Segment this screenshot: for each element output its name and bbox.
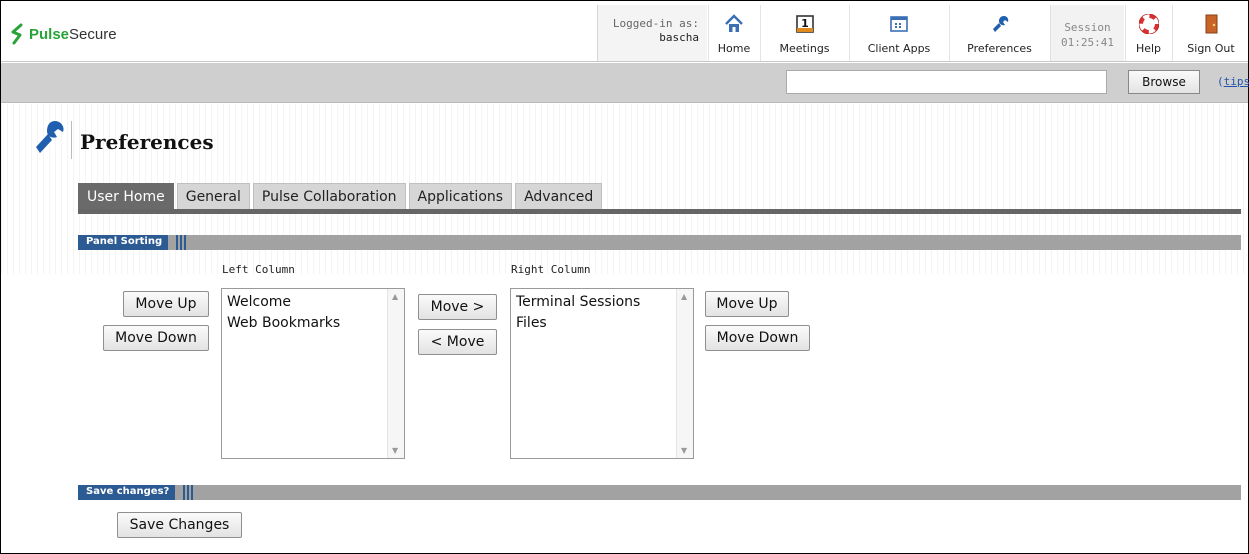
right-column-listbox[interactable]: Terminal Sessions Files ▲ ▼ (510, 288, 694, 459)
browse-url-input[interactable] (786, 70, 1107, 94)
left-move-up-button[interactable]: Move Up (123, 291, 209, 317)
list-item[interactable]: Web Bookmarks (227, 313, 340, 334)
list-item[interactable]: Files (516, 313, 640, 334)
scroll-down-arrow-icon[interactable]: ▼ (681, 446, 687, 455)
tab-user-home[interactable]: User Home (78, 183, 174, 210)
list-item[interactable]: Terminal Sessions (516, 292, 640, 313)
browse-button[interactable]: Browse (1128, 70, 1200, 94)
nav-sign-out-label: Sign Out (1187, 42, 1235, 55)
move-left-button[interactable]: < Move (418, 329, 497, 355)
right-move-down-button[interactable]: Move Down (705, 325, 810, 351)
preferences-wrench-icon (36, 121, 64, 153)
nav-home-label: Home (717, 42, 751, 55)
tab-pulse-collaboration[interactable]: Pulse Collaboration (252, 183, 406, 210)
brand-name-pulse: Pulse (29, 25, 70, 43)
scroll-up-arrow-icon[interactable]: ▲ (392, 292, 398, 301)
logged-in-user: bascha (659, 31, 699, 44)
section-ticks (183, 485, 195, 500)
nav-meetings[interactable]: 1 Meetings (760, 5, 848, 61)
list-item[interactable]: Welcome (227, 292, 340, 313)
calendar-day: 1 (801, 17, 809, 30)
logged-in-label: Logged-in as: (612, 17, 699, 30)
tab-applications[interactable]: Applications (408, 183, 513, 210)
page-title: Preferences (80, 130, 214, 154)
move-right-button[interactable]: Move > (418, 294, 497, 320)
session-label: Session (1064, 21, 1111, 34)
client-apps-icon (889, 14, 909, 34)
section-ticks (176, 235, 188, 250)
left-move-down-button[interactable]: Move Down (103, 325, 209, 351)
wrench-icon (990, 14, 1010, 34)
nav-client-apps[interactable]: Client Apps (849, 5, 948, 61)
session-time: 01:25:41 (1061, 36, 1114, 49)
pulse-logo-icon (11, 23, 23, 45)
tab-general[interactable]: General (176, 183, 250, 210)
left-column-listbox[interactable]: Welcome Web Bookmarks ▲ ▼ (221, 288, 405, 459)
right-move-up-button[interactable]: Move Up (705, 291, 789, 317)
logged-in-box: Logged-in as: bascha (597, 5, 707, 61)
right-column-label: Right Column (511, 263, 591, 276)
panel-sorting-section-bar: Panel Sorting (78, 235, 1241, 250)
nav-sign-out[interactable]: Sign Out (1172, 5, 1249, 61)
nav-help-label: Help (1135, 42, 1162, 55)
preferences-tabs: User Home General Pulse Collaboration Ap… (78, 183, 605, 210)
scroll-down-arrow-icon[interactable]: ▼ (392, 446, 398, 455)
nav-client-apps-label: Client Apps (867, 42, 931, 55)
left-column-label: Left Column (222, 263, 295, 276)
nav-meetings-label: Meetings (779, 42, 830, 55)
panel-sorting-label: Panel Sorting (78, 235, 169, 250)
lifebuoy-icon (1138, 14, 1159, 34)
tab-underline (78, 209, 1241, 214)
top-header: Pulse Secure Logged-in as: bascha Home 1 … (1, 1, 1248, 62)
scroll-up-arrow-icon[interactable]: ▲ (681, 292, 687, 301)
tab-advanced[interactable]: Advanced (515, 183, 603, 210)
brand-name-secure: Secure (69, 25, 117, 43)
toolbar: Browse (tips) (1, 63, 1249, 103)
calendar-icon: 1 (795, 14, 815, 34)
nav-preferences[interactable]: Preferences (949, 5, 1049, 61)
door-icon (1201, 14, 1221, 34)
brand-logo: Pulse Secure (9, 23, 117, 45)
nav-preferences-label: Preferences (967, 42, 1032, 55)
save-changes-button[interactable]: Save Changes (117, 512, 242, 538)
session-box: Session 01:25:41 (1050, 5, 1124, 61)
tips-link[interactable]: (tips) (1217, 75, 1249, 88)
title-separator (71, 121, 72, 159)
right-listbox-scrollbar[interactable]: ▲ ▼ (676, 289, 693, 458)
home-icon (724, 14, 744, 34)
left-listbox-scrollbar[interactable]: ▲ ▼ (387, 289, 404, 458)
nav-home[interactable]: Home (708, 5, 759, 61)
save-changes-section-bar: Save changes? (78, 485, 1241, 500)
nav-help[interactable]: Help (1125, 5, 1171, 61)
save-changes-label: Save changes? (78, 485, 176, 500)
